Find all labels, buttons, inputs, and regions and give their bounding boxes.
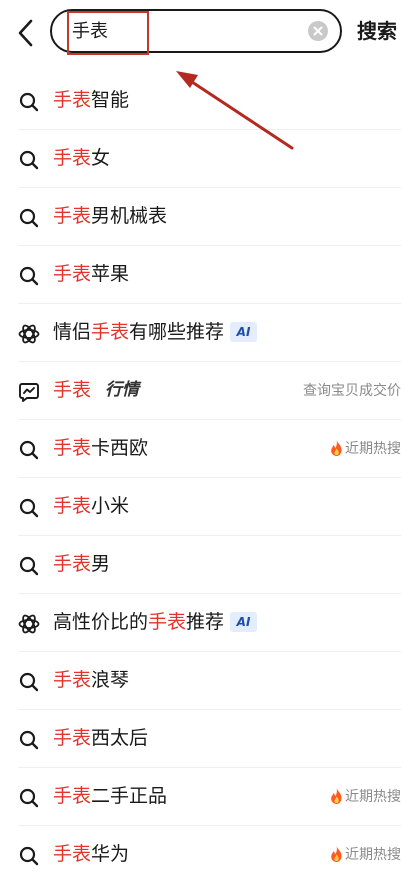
- suggestion-keyword: 手表: [53, 553, 92, 575]
- suggestion-item[interactable]: 手表智能: [18, 72, 401, 130]
- suggestion-text-suffix: 二手正品: [91, 785, 168, 807]
- suggestion-keyword: 手表: [53, 147, 92, 169]
- search-button[interactable]: 搜索: [357, 17, 397, 45]
- search-icon: [19, 730, 39, 750]
- suggestion-text: 情侣手表有哪些推荐 AI: [53, 319, 258, 345]
- right-label: 近期热搜: [345, 847, 401, 863]
- suggestion-text: 手表二手正品: [53, 783, 167, 809]
- suggestion-keyword: 手表: [53, 89, 92, 111]
- right-label: 近期热搜: [345, 441, 401, 457]
- suggestion-keyword: 手表: [91, 321, 130, 343]
- suggestion-keyword: 手表: [53, 669, 92, 691]
- search-icon: [19, 440, 39, 460]
- suggestion-text: 手表浪琴: [53, 667, 129, 693]
- hot-search-tag: 近期热搜: [330, 439, 401, 459]
- suggestion-keyword: 手表: [53, 727, 92, 749]
- suggestion-text-suffix: 卡西欧: [91, 437, 149, 459]
- suggestion-item[interactable]: 高性价比的手表推荐 AI: [18, 594, 401, 652]
- suggestion-item[interactable]: 手表 行情 查询宝贝成交价: [18, 362, 401, 420]
- suggestion-text: 手表西太后: [53, 725, 148, 751]
- suggestion-keyword: 手表: [53, 495, 92, 517]
- suggestion-text-suffix: 浪琴: [91, 669, 130, 691]
- suggestion-text: 手表苹果: [53, 261, 129, 287]
- suggestion-text-prefix: 情侣: [53, 321, 92, 343]
- ai-badge: AI: [230, 322, 258, 342]
- suggestion-item[interactable]: 手表二手正品 近期热搜: [18, 768, 401, 826]
- suggestion-item[interactable]: 手表男: [18, 536, 401, 594]
- suggestion-text: 手表智能: [53, 87, 129, 113]
- suggestion-text: 手表男机械表: [53, 203, 167, 229]
- flame-icon: [331, 440, 342, 456]
- suggestion-text: 手表男: [53, 551, 110, 577]
- suggestion-item[interactable]: 手表苹果: [18, 246, 401, 304]
- market-badge: 行情: [105, 380, 140, 400]
- suggestion-text-suffix: 智能: [91, 89, 130, 111]
- search-icon: [19, 788, 39, 808]
- hot-search-tag: 近期热搜: [330, 787, 401, 807]
- suggestion-item[interactable]: 情侣手表有哪些推荐 AI: [18, 304, 401, 362]
- suggestion-text-suffix: 推荐: [186, 611, 225, 633]
- suggestion-item[interactable]: 手表华为 近期热搜: [18, 826, 401, 884]
- suggestion-item[interactable]: 手表浪琴: [18, 652, 401, 710]
- search-icon: [19, 498, 39, 518]
- right-label: 近期热搜: [345, 789, 401, 805]
- suggestion-text: 手表女: [53, 145, 110, 171]
- top-bar: 手表 搜索: [0, 0, 417, 66]
- suggestion-keyword: 手表: [53, 379, 92, 401]
- suggestion-keyword: 手表: [53, 785, 92, 807]
- search-icon: [19, 92, 39, 112]
- suggestion-keyword: 手表: [53, 437, 92, 459]
- search-icon: [19, 846, 39, 866]
- annotation-highlight-box: [67, 11, 149, 55]
- suggestion-text: 手表小米: [53, 493, 129, 519]
- suggestion-item[interactable]: 手表小米: [18, 478, 401, 536]
- suggestion-keyword: 手表: [53, 263, 92, 285]
- search-icon: [19, 208, 39, 228]
- suggestion-text: 手表卡西欧: [53, 435, 148, 461]
- suggestion-item[interactable]: 手表卡西欧 近期热搜: [18, 420, 401, 478]
- close-icon: [313, 26, 323, 36]
- right-label: 查询宝贝成交价: [303, 383, 401, 399]
- search-icon: [19, 672, 39, 692]
- ai-flower-icon: [18, 324, 40, 344]
- suggestion-text-suffix: 男: [91, 553, 111, 575]
- suggestion-text-suffix: 有哪些推荐: [129, 321, 225, 343]
- suggestion-text-suffix: 女: [91, 147, 111, 169]
- suggestion-text: 高性价比的手表推荐 AI: [53, 609, 258, 635]
- suggestion-text: 手表华为: [53, 841, 129, 867]
- suggestion-keyword: 手表: [148, 611, 187, 633]
- ai-badge: AI: [230, 612, 258, 632]
- suggestion-item[interactable]: 手表男机械表: [18, 188, 401, 246]
- ai-flower-icon: [18, 614, 40, 634]
- search-icon: [19, 266, 39, 286]
- flame-icon: [331, 846, 342, 862]
- flame-icon: [331, 788, 342, 804]
- market-trend-icon: [19, 383, 39, 402]
- suggestion-text-prefix: 高性价比的: [53, 611, 149, 633]
- suggestion-keyword: 手表: [53, 843, 92, 865]
- suggestion-text-suffix: 西太后: [91, 727, 149, 749]
- search-icon: [19, 150, 39, 170]
- suggestion-text: 手表 行情: [53, 377, 139, 403]
- price-query-hint: 查询宝贝成交价: [303, 381, 401, 401]
- suggestion-keyword: 手表: [53, 205, 92, 227]
- suggestion-list: 手表智能 手表女 手表男机械表 手表苹果 情侣手表有哪些推荐 AI 手表 行情 查询宝贝成交价手…: [0, 72, 417, 884]
- back-arrow-icon[interactable]: [12, 16, 42, 50]
- search-icon: [19, 556, 39, 576]
- clear-input-button[interactable]: [308, 21, 328, 41]
- suggestion-text-suffix: 华为: [91, 843, 130, 865]
- suggestion-text-suffix: 小米: [91, 495, 130, 517]
- suggestion-item[interactable]: 手表西太后: [18, 710, 401, 768]
- suggestion-item[interactable]: 手表女: [18, 130, 401, 188]
- suggestion-text-suffix: 男机械表: [91, 205, 168, 227]
- hot-search-tag: 近期热搜: [330, 845, 401, 865]
- suggestion-text-suffix: 苹果: [91, 263, 130, 285]
